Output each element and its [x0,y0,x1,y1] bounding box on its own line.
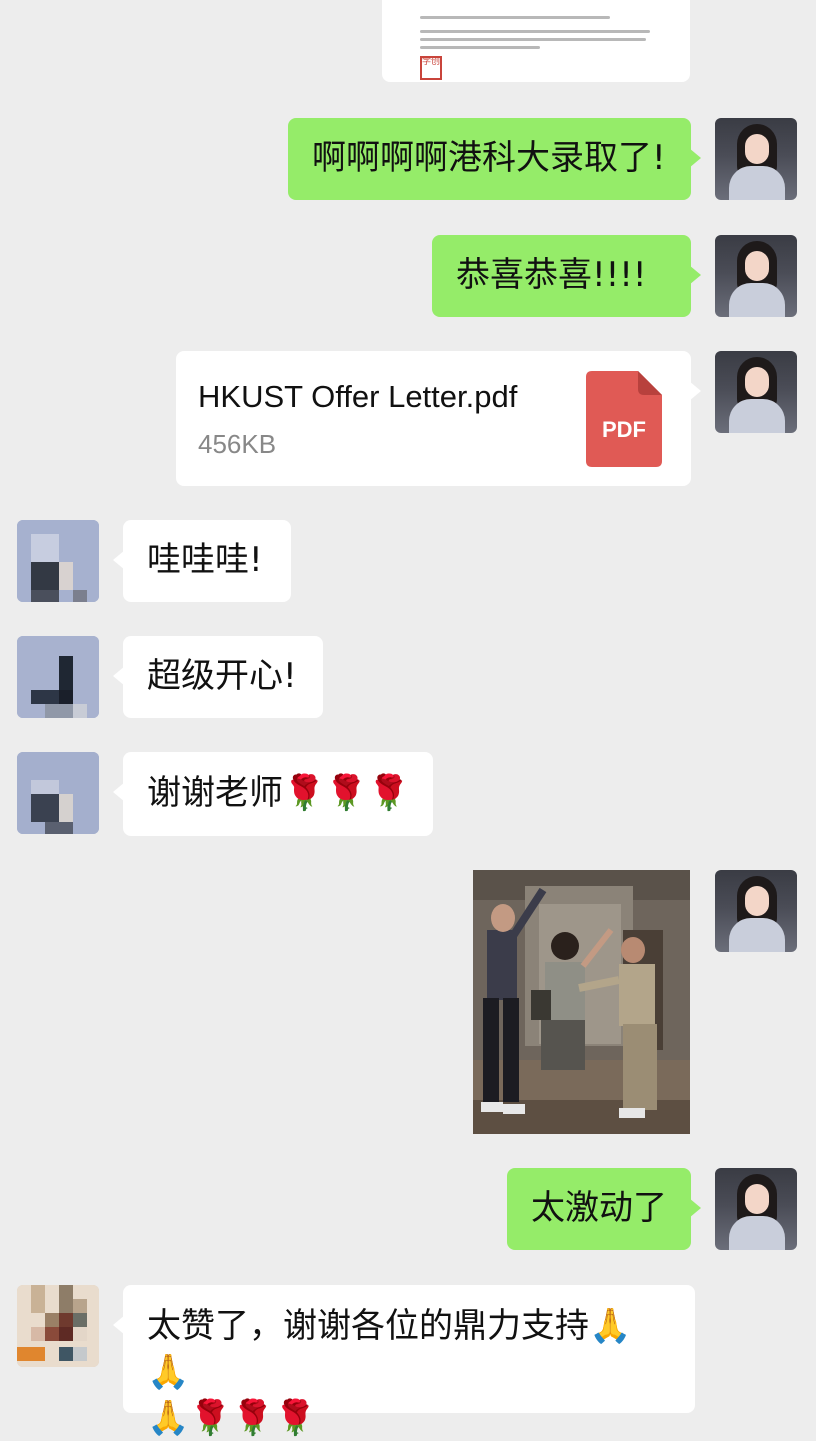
doc-text-line [420,16,610,19]
received-message-bubble[interactable]: 太赞了，谢谢各位的鼎力支持🙏🙏 🙏🌹🌹🌹 [113,1285,695,1438]
celebration-gif-image[interactable] [473,870,690,1134]
message-text: 哇哇哇! [147,540,263,580]
sent-message-bubble[interactable]: 啊啊啊啊港科大录取了! [288,118,701,200]
message-text: 太激动了 [531,1188,667,1228]
red-seal-stamp: 学创 [420,56,442,80]
rose-emoji-group: 🌹🌹🌹 [283,773,411,813]
self-avatar[interactable] [715,351,797,433]
self-avatar[interactable] [715,870,797,952]
pdf-file-icon: PDF [586,371,662,467]
self-avatar[interactable] [715,235,797,317]
document-image-preview[interactable]: 学创 [382,0,690,82]
doc-text-line [420,38,646,41]
pdf-label: PDF [602,417,646,442]
file-size: 456KB [198,429,277,459]
sent-message-bubble[interactable]: 恭喜恭喜!!!! [432,235,701,317]
contact-avatar-blurred[interactable] [17,636,99,718]
sent-message-bubble[interactable]: 太激动了 [507,1168,701,1250]
message-text: 超级开心! [147,656,297,696]
received-message-bubble[interactable]: 谢谢老师🌹🌹🌹 [113,752,433,836]
message-text: 恭喜恭喜!!!! [456,255,647,295]
self-avatar[interactable] [715,1168,797,1250]
rose-emoji-group: 🌹🌹🌹 [189,1398,317,1438]
praying-hands-emoji: 🙏 [147,1398,190,1438]
contact-avatar-blurred[interactable] [17,1285,99,1367]
received-message-bubble[interactable]: 哇哇哇! [113,520,291,602]
contact-avatar-blurred[interactable] [17,520,99,602]
message-text: 谢谢老师 [147,773,283,813]
message-text: 啊啊啊啊港科大录取了! [312,138,666,178]
doc-text-line [420,46,540,49]
doc-text-line [420,30,650,33]
received-message-bubble[interactable]: 超级开心! [113,636,323,718]
contact-avatar-blurred[interactable] [17,752,99,834]
message-text: 太赞了，谢谢各位的鼎力支持 [147,1306,589,1346]
self-avatar[interactable] [715,118,797,200]
file-name: HKUST Offer Letter.pdf [198,379,518,414]
file-message-card[interactable]: HKUST Offer Letter.pdf 456KB PDF [176,351,701,486]
chat-window: 学创 啊啊啊啊港科大录取了! 恭喜恭喜!!!! HKUST Offer Lett… [0,0,816,1438]
